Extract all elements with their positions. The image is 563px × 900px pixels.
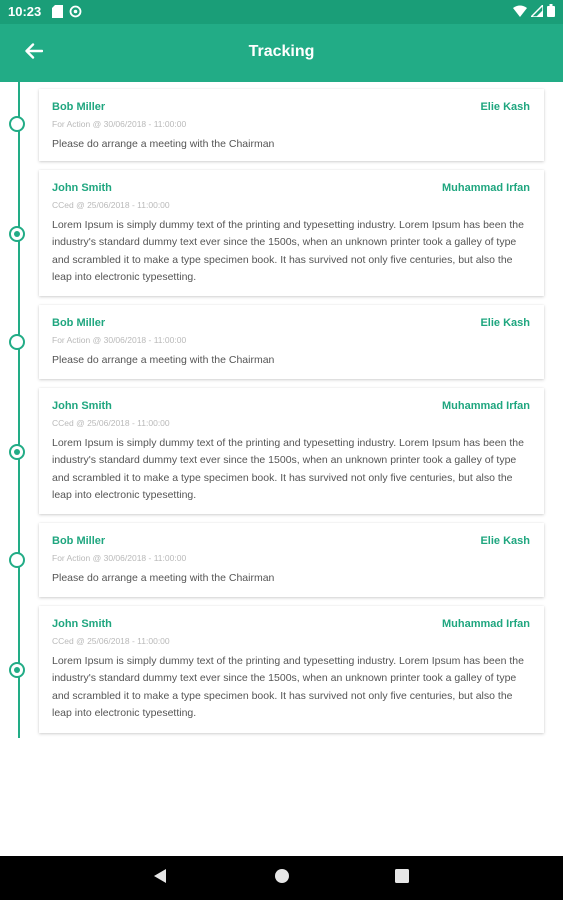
card-message: Please do arrange a meeting with the Cha…: [52, 572, 275, 584]
action-timestamp: For Action @ 30/06/2018 - 11:00:00: [52, 335, 187, 345]
card-message: Please do arrange a meeting with the Cha…: [52, 138, 275, 150]
tracking-card[interactable]: Bob Miller Elie Kash For Action @ 30/06/…: [39, 89, 544, 161]
action-timestamp: CCed @ 25/06/2018 - 11:00:00: [52, 418, 170, 428]
card-message: Lorem Ipsum is simply dummy text of the …: [52, 219, 524, 283]
tracking-card[interactable]: Bob Miller Elie Kash For Action @ 30/06/…: [39, 523, 544, 597]
recipient-name: Elie Kash: [480, 101, 530, 113]
nav-recents-button[interactable]: [392, 868, 412, 888]
recipient-name: Elie Kash: [480, 317, 530, 329]
page-title: Tracking: [248, 43, 315, 60]
recipient-name: Elie Kash: [480, 535, 530, 547]
status-bar: 10:23: [0, 0, 563, 24]
status-icons-right: [513, 2, 555, 20]
sender-name: John Smith: [52, 618, 112, 630]
card-message: Please do arrange a meeting with the Cha…: [52, 354, 275, 366]
recipient-name: Muhammad Irfan: [441, 618, 530, 630]
action-timestamp: For Action @ 30/06/2018 - 11:00:00: [52, 553, 187, 563]
nav-home-icon: [274, 868, 290, 889]
nav-recents-icon: [395, 868, 409, 888]
timeline-node: [9, 552, 25, 568]
action-timestamp: For Action @ 30/06/2018 - 11:00:00: [52, 119, 187, 129]
sd-card-icon: [52, 5, 63, 21]
sender-name: Bob Miller: [52, 101, 106, 113]
recipient-name: Muhammad Irfan: [441, 182, 530, 194]
recipient-name: Muhammad Irfan: [441, 400, 530, 412]
timeline-line: [18, 82, 20, 738]
tracking-card[interactable]: Bob Miller Elie Kash For Action @ 30/06/…: [39, 305, 544, 379]
signal-icon: [529, 2, 544, 20]
timeline-node-active: [9, 226, 25, 242]
timeline-node-active: [9, 662, 25, 678]
tracking-card[interactable]: John Smith Muhammad Irfan CCed @ 25/06/2…: [39, 388, 544, 514]
sender-name: Bob Miller: [52, 317, 106, 329]
sender-name: John Smith: [52, 400, 112, 412]
sync-icon: [69, 5, 82, 21]
action-timestamp: CCed @ 25/06/2018 - 11:00:00: [52, 200, 170, 210]
tracking-timeline[interactable]: Bob Miller Elie Kash For Action @ 30/06/…: [0, 82, 563, 856]
nav-home-button[interactable]: [272, 868, 292, 888]
status-time: 10:23: [8, 4, 42, 19]
sender-name: Bob Miller: [52, 535, 106, 547]
timeline-node: [9, 116, 25, 132]
nav-back-button[interactable]: [150, 868, 170, 888]
status-icons-left: [52, 5, 82, 21]
wifi-icon: [513, 5, 527, 20]
sender-name: John Smith: [52, 182, 112, 194]
card-message: Lorem Ipsum is simply dummy text of the …: [52, 437, 524, 501]
card-message: Lorem Ipsum is simply dummy text of the …: [52, 655, 524, 719]
action-timestamp: CCed @ 25/06/2018 - 11:00:00: [52, 636, 170, 646]
nav-back-icon: [153, 868, 167, 889]
timeline-node-active: [9, 444, 25, 460]
app-bar: Tracking: [0, 24, 563, 82]
timeline-node: [9, 334, 25, 350]
navigation-bar: [0, 856, 563, 900]
battery-icon: [547, 4, 555, 20]
tracking-card[interactable]: John Smith Muhammad Irfan CCed @ 25/06/2…: [39, 606, 544, 733]
tracking-card[interactable]: John Smith Muhammad Irfan CCed @ 25/06/2…: [39, 170, 544, 296]
